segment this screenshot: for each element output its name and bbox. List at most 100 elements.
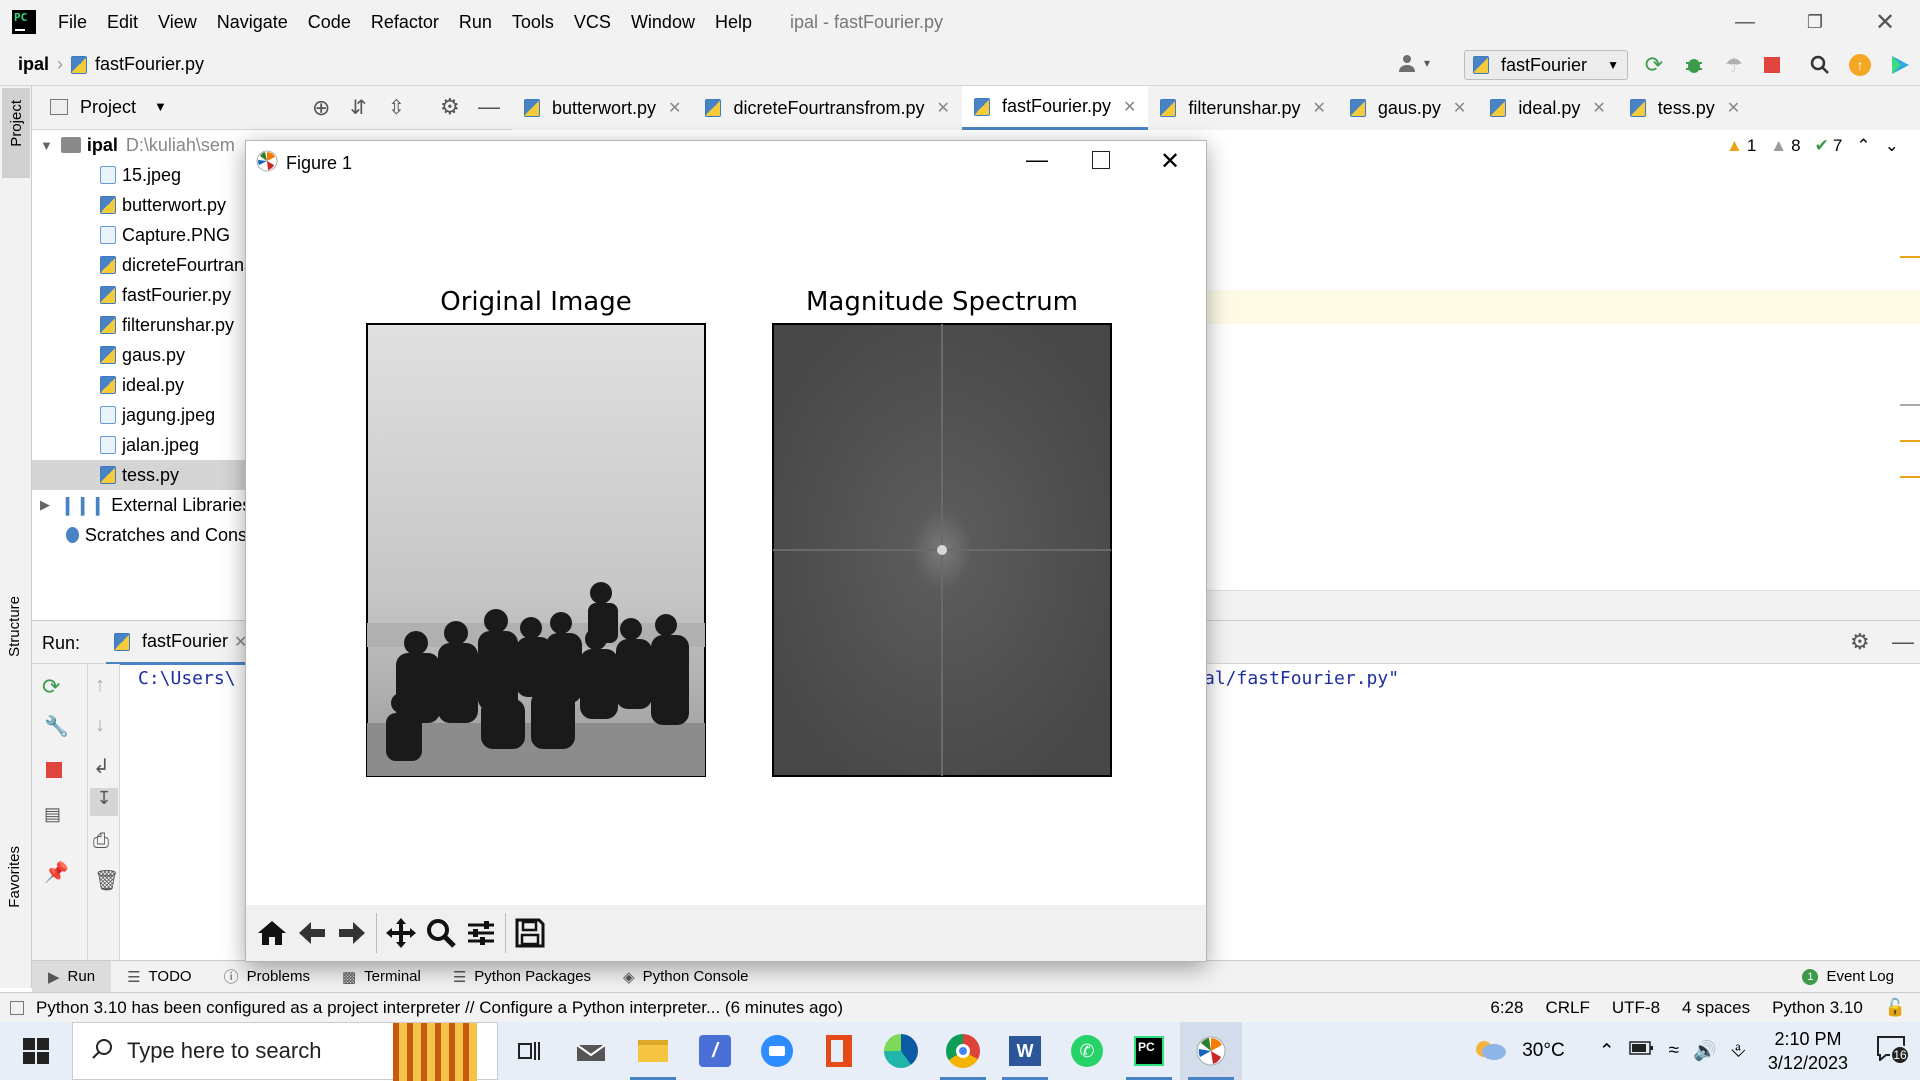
notification-center-icon[interactable]: 16	[1876, 1035, 1910, 1067]
chevron-down-icon[interactable]: ▼	[154, 99, 167, 114]
pin-icon[interactable]: 📌	[44, 860, 69, 885]
rerun-icon[interactable]: ⟳	[1642, 52, 1666, 77]
tree-item[interactable]: dicreteFourtrans	[32, 250, 247, 280]
tree-item[interactable]: filterunshar.py	[32, 310, 247, 340]
layout-icon[interactable]: ▤	[44, 804, 61, 825]
search-icon[interactable]	[1808, 53, 1832, 77]
forward-icon[interactable]	[332, 911, 372, 955]
chevron-up-icon[interactable]: ⌃	[1599, 1040, 1615, 1063]
wifi-icon[interactable]: ≈	[1669, 1040, 1679, 1062]
run-config-dropdown[interactable]: fastFourier ▼	[1464, 50, 1628, 80]
event-log-button[interactable]: 1 Event Log	[1786, 961, 1910, 993]
wrench-icon[interactable]: 🔧	[44, 714, 69, 739]
favorites-side-label[interactable]: Favorites	[6, 846, 23, 908]
tab-gaus[interactable]: gaus.py ✕	[1338, 86, 1478, 130]
tree-item[interactable]: jalan.jpeg	[32, 430, 247, 460]
code-with-me-icon[interactable]	[1888, 53, 1912, 77]
update-icon[interactable]: ↑	[1848, 53, 1872, 77]
edge-icon[interactable]	[870, 1022, 932, 1080]
scroll-to-end-icon[interactable]: ↧	[90, 788, 118, 816]
back-icon[interactable]	[292, 911, 332, 955]
tree-item[interactable]: 15.jpeg	[32, 160, 247, 190]
tree-item-selected[interactable]: tess.py	[32, 460, 247, 490]
close-tab-icon[interactable]: ✕	[937, 98, 950, 118]
menu-vcs[interactable]: VCS	[564, 12, 621, 33]
word-icon[interactable]: W	[994, 1022, 1056, 1080]
tab-dicreteFourtransfrom[interactable]: dicreteFourtransfrom.py ✕	[693, 86, 961, 130]
stop-icon[interactable]	[46, 762, 62, 778]
menu-tools[interactable]: Tools	[502, 12, 564, 33]
save-icon[interactable]	[510, 911, 550, 955]
writing-app-icon[interactable]: /	[684, 1022, 746, 1080]
zoom-icon[interactable]	[421, 911, 461, 955]
weather-temp[interactable]: 30°C	[1522, 1040, 1564, 1062]
configure-subplots-icon[interactable]	[461, 911, 501, 955]
input-icon[interactable]: ⎀	[1731, 1040, 1746, 1062]
menu-help[interactable]: Help	[705, 12, 762, 33]
magnitude-spectrum-axes[interactable]	[772, 323, 1112, 777]
figure-window[interactable]: Figure 1 — ✕ Original Image Magnitude Sp…	[245, 140, 1207, 962]
menu-file[interactable]: File	[48, 12, 97, 33]
gear-icon[interactable]: ⚙	[440, 94, 460, 120]
tab-tess[interactable]: tess.py ✕	[1618, 86, 1752, 130]
restore-icon[interactable]: ❐	[1780, 0, 1850, 44]
windows-start-icon[interactable]	[0, 1022, 72, 1080]
pycharm-taskbar-icon[interactable]: PC	[1118, 1022, 1180, 1080]
close-tab-icon[interactable]: ✕	[1727, 98, 1740, 118]
tab-fastFourier[interactable]: fastFourier.py ✕	[961, 86, 1149, 130]
close-tab-icon[interactable]: ✕	[668, 98, 681, 118]
up-arrow-icon[interactable]: ↑	[95, 674, 105, 697]
breadcrumb-project[interactable]: ipal	[18, 54, 49, 75]
menu-code[interactable]: Code	[298, 12, 361, 33]
soft-wrap-icon[interactable]: ↲	[93, 754, 110, 779]
status-message[interactable]: Python 3.10 has been configured as a pro…	[36, 998, 843, 1018]
console-output-right[interactable]: al/fastFourier.py"	[1204, 668, 1399, 689]
trash-icon[interactable]: 🗑	[94, 868, 119, 893]
structure-side-label[interactable]: Structure	[6, 596, 23, 657]
close-icon[interactable]: ✕	[1160, 147, 1180, 176]
inspection-widget[interactable]: ▲ 1 ▲ 8 ✔ 7 ⌃ ⌄	[1726, 136, 1899, 156]
menu-window[interactable]: Window	[621, 12, 705, 33]
zoom-icon[interactable]	[746, 1022, 808, 1080]
original-image-axes[interactable]	[366, 323, 706, 777]
matplotlib-taskbar-icon[interactable]	[1180, 1022, 1242, 1080]
chevron-down-icon[interactable]: ▼	[40, 138, 53, 153]
hide-panel-icon[interactable]: —	[1892, 629, 1914, 655]
home-icon[interactable]	[252, 911, 292, 955]
project-header-label[interactable]: Project	[80, 97, 136, 118]
taskbar-search-box[interactable]: Type here to search	[72, 1022, 498, 1081]
down-arrow-icon[interactable]: ↓	[95, 714, 105, 737]
chrome-icon[interactable]	[932, 1022, 994, 1080]
print-icon[interactable]: ⎙	[93, 830, 109, 853]
weather-icon[interactable]	[1472, 1035, 1508, 1067]
breadcrumb-file[interactable]: fastFourier.py	[95, 54, 204, 75]
indent-setting[interactable]: 4 spaces	[1682, 998, 1750, 1018]
tool-tab-terminal[interactable]: ▩ Terminal	[326, 961, 437, 993]
hide-panel-icon[interactable]: —	[478, 94, 500, 120]
minimize-icon[interactable]: —	[1710, 0, 1780, 44]
python-interpreter[interactable]: Python 3.10	[1772, 998, 1863, 1018]
file-explorer-icon[interactable]	[622, 1022, 684, 1080]
tree-item[interactable]: fastFourier.py	[32, 280, 247, 310]
debug-icon[interactable]	[1682, 53, 1706, 77]
tool-tab-python-console[interactable]: ◈ Python Console	[607, 961, 764, 993]
volume-icon[interactable]: 🔊	[1693, 1039, 1717, 1063]
tree-scratches[interactable]: Scratches and Cons	[32, 520, 247, 550]
chevron-up-icon[interactable]: ⌃	[1856, 136, 1870, 156]
user-icon[interactable]: ▾	[1398, 52, 1430, 74]
menu-view[interactable]: View	[148, 12, 207, 33]
chevron-right-icon[interactable]: ▶	[40, 497, 50, 513]
tool-tab-todo[interactable]: ☰ TODO	[111, 961, 208, 993]
mail-icon[interactable]	[560, 1022, 622, 1080]
menu-navigate[interactable]: Navigate	[207, 12, 298, 33]
caret-position[interactable]: 6:28	[1490, 998, 1523, 1018]
line-separator[interactable]: CRLF	[1545, 998, 1589, 1018]
maximize-icon[interactable]	[1092, 151, 1110, 169]
expand-all-icon[interactable]: ⇵	[350, 95, 367, 120]
tree-item[interactable]: gaus.py	[32, 340, 247, 370]
menu-run[interactable]: Run	[449, 12, 502, 33]
tree-item[interactable]: Capture.PNG	[32, 220, 247, 250]
figure-title-bar[interactable]: Figure 1 — ✕	[246, 141, 1206, 185]
whatsapp-icon[interactable]: ✆	[1056, 1022, 1118, 1080]
run-tab[interactable]: fastFourier ✕	[106, 621, 256, 665]
